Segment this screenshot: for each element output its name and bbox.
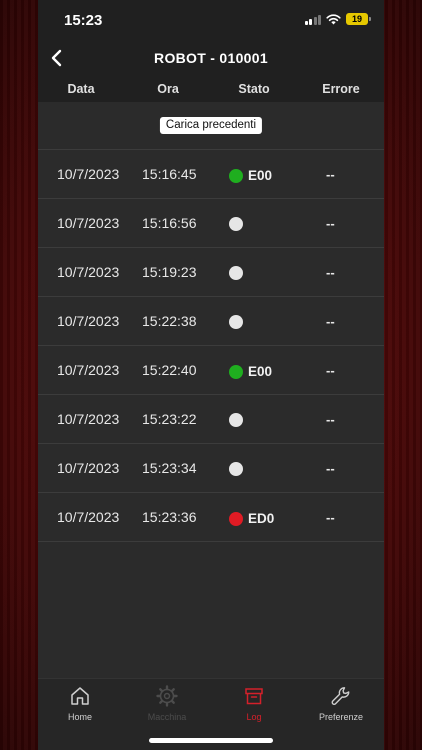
log-time: 15:23:34 — [142, 460, 197, 476]
log-date: 10/7/2023 — [57, 362, 120, 378]
log-state — [229, 462, 248, 476]
log-row[interactable]: 10/7/2023 15:23:34 -- — [38, 444, 384, 493]
column-header-date: Data — [67, 82, 95, 96]
log-state: E00 — [229, 364, 272, 379]
log-error: -- — [326, 265, 335, 280]
log-date: 10/7/2023 — [57, 166, 120, 182]
tab-home-label: Home — [67, 712, 92, 722]
log-row[interactable]: 10/7/2023 15:19:23 -- — [38, 248, 384, 297]
log-state: ED0 — [229, 511, 274, 526]
log-date: 10/7/2023 — [57, 460, 120, 476]
log-row[interactable]: 10/7/2023 15:23:22 -- — [38, 395, 384, 444]
log-date: 10/7/2023 — [57, 411, 120, 427]
cellular-signal-icon — [304, 14, 321, 25]
load-previous-row: Carica precedenti — [38, 102, 384, 150]
log-time: 15:22:38 — [142, 313, 197, 329]
log-time: 15:16:56 — [142, 215, 197, 231]
log-error: -- — [326, 510, 335, 525]
status-time: 15:23 — [64, 12, 103, 29]
column-header-error: Errore — [322, 82, 360, 96]
log-state — [229, 413, 248, 427]
log-time: 15:16:45 — [142, 166, 197, 182]
status-dot-icon — [229, 364, 243, 379]
log-date: 10/7/2023 — [57, 509, 120, 525]
status-dot-icon — [229, 511, 243, 526]
log-state — [229, 217, 248, 231]
column-header-state: Stato — [238, 82, 270, 96]
tab-log-label: Log — [246, 712, 262, 722]
state-code: ED0 — [248, 511, 275, 526]
log-row[interactable]: 10/7/2023 15:22:38 -- — [38, 297, 384, 346]
status-icons: 19 — [304, 13, 371, 25]
wrench-icon — [331, 687, 350, 705]
tab-preferenze[interactable]: Preferenze — [301, 685, 381, 722]
log-error: -- — [326, 412, 335, 427]
log-time: 15:23:22 — [142, 411, 197, 427]
tab-macchina[interactable]: Macchina — [127, 685, 207, 722]
battery-icon: 19 — [346, 13, 371, 25]
log-error: -- — [326, 363, 335, 378]
load-previous-button[interactable]: Carica precedenti — [159, 117, 263, 134]
log-date: 10/7/2023 — [57, 313, 120, 329]
log-error: -- — [326, 314, 335, 329]
tab-log[interactable]: Log — [214, 685, 294, 722]
navigation-bar: ROBOT - 010001 — [38, 40, 384, 78]
log-row[interactable]: 10/7/2023 15:16:45 E00 -- — [38, 150, 384, 199]
state-code: E00 — [248, 168, 273, 183]
log-state — [229, 266, 248, 280]
log-error: -- — [326, 167, 335, 182]
log-time: 15:19:23 — [142, 264, 197, 280]
column-headers: Data Ora Stato Errore — [38, 82, 384, 102]
page-title: ROBOT - 010001 — [154, 50, 268, 66]
gear-icon — [156, 685, 178, 707]
status-dot-icon — [229, 266, 243, 280]
log-time: 15:23:36 — [142, 509, 197, 525]
status-dot-icon — [229, 413, 243, 427]
home-icon — [71, 687, 89, 705]
log-date: 10/7/2023 — [57, 264, 120, 280]
status-bar: 15:23 19 — [38, 0, 384, 40]
status-dot-icon — [229, 462, 243, 476]
log-error: -- — [326, 461, 335, 476]
tab-macchina-label: Macchina — [147, 712, 187, 722]
home-indicator[interactable] — [149, 738, 273, 743]
status-dot-icon — [229, 168, 243, 183]
app-screen: 15:23 19 ROBOT - 010001 Data Ora Stato E… — [38, 0, 384, 750]
log-time: 15:22:40 — [142, 362, 197, 378]
column-header-time: Ora — [157, 82, 179, 96]
log-state: E00 — [229, 168, 272, 183]
log-row[interactable]: 10/7/2023 15:23:36 ED0 -- — [38, 493, 384, 542]
log-date: 10/7/2023 — [57, 215, 120, 231]
wifi-icon — [326, 13, 341, 24]
status-dot-icon — [229, 217, 243, 231]
header-area: 15:23 19 ROBOT - 010001 Data Ora Stato E… — [38, 0, 384, 102]
log-error: -- — [326, 216, 335, 231]
tab-home[interactable]: Home — [40, 685, 120, 722]
status-dot-icon — [229, 315, 243, 329]
log-state — [229, 315, 248, 329]
archive-box-icon — [245, 688, 263, 705]
log-row[interactable]: 10/7/2023 15:22:40 E00 -- — [38, 346, 384, 395]
log-row[interactable]: 10/7/2023 15:16:56 -- — [38, 199, 384, 248]
log-list: 10/7/2023 15:16:45 E00 -- 10/7/2023 15:1… — [38, 150, 384, 542]
tab-preferenze-label: Preferenze — [318, 712, 364, 722]
state-code: E00 — [248, 364, 273, 379]
